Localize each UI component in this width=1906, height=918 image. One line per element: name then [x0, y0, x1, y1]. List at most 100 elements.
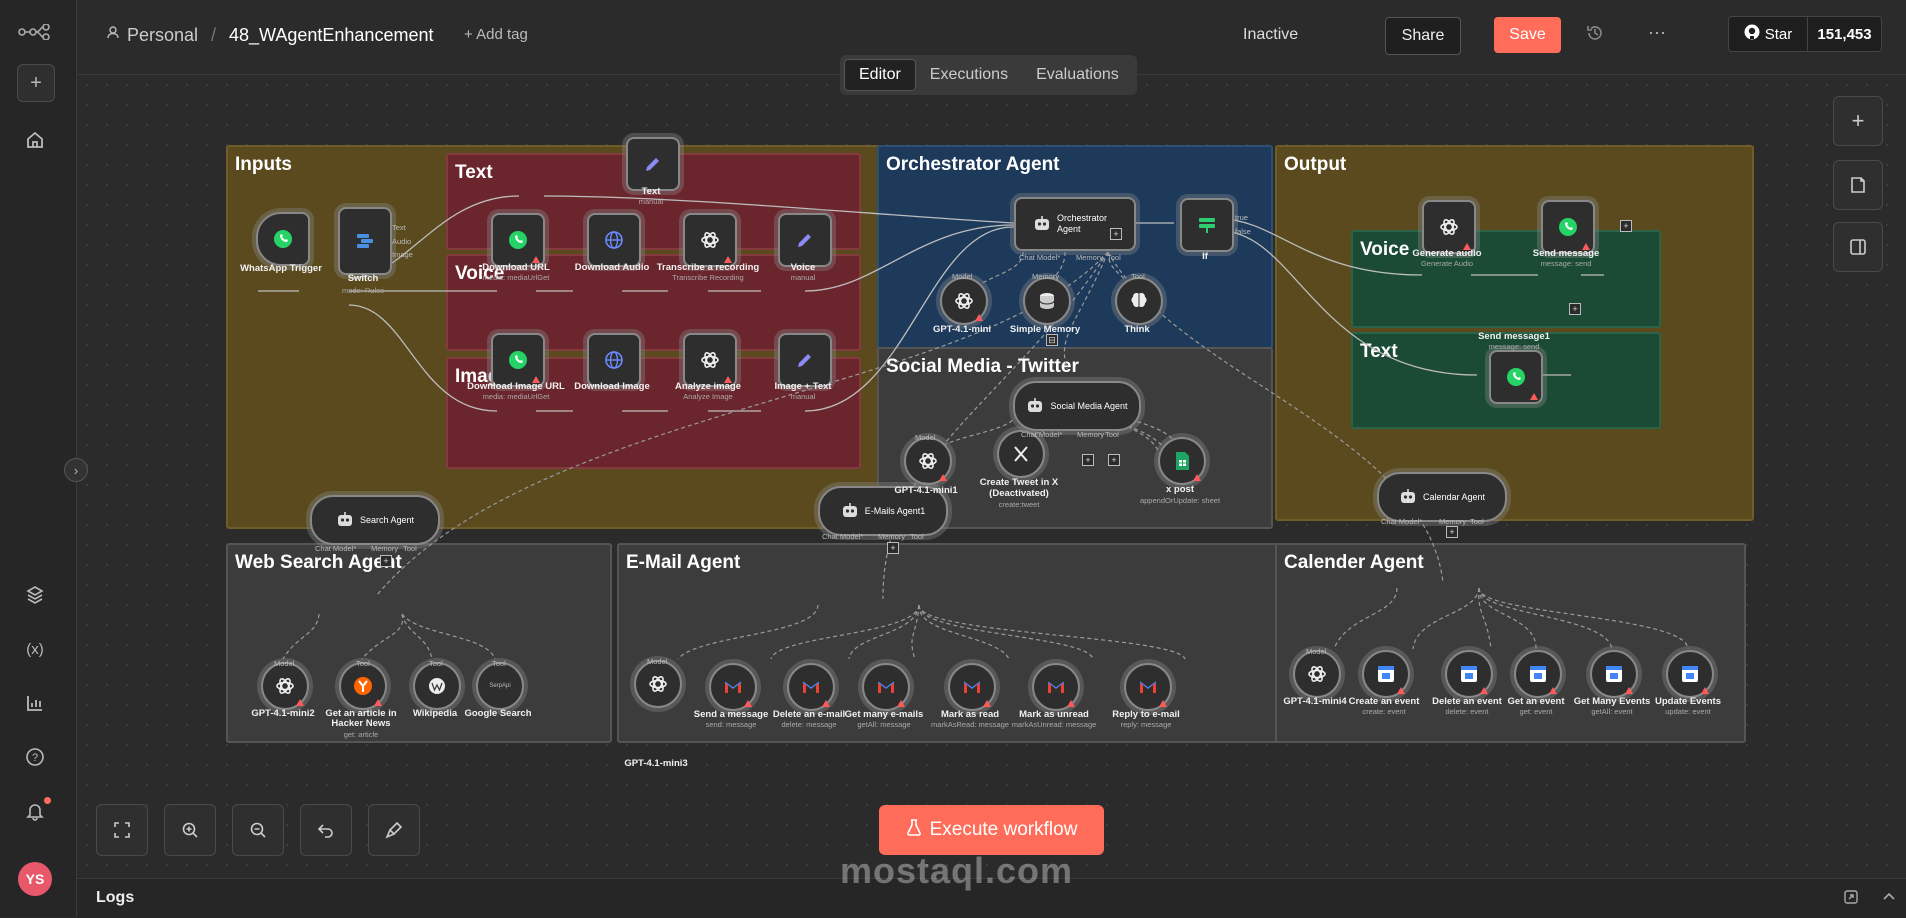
warning-icon: [1480, 687, 1488, 694]
node-label: If: [1202, 251, 1208, 262]
social-media-agent-node[interactable]: Social Media Agent: [1013, 381, 1141, 431]
add-node-button[interactable]: +: [1620, 220, 1632, 232]
openai-icon: [647, 673, 669, 695]
analyze-image-node[interactable]: [683, 333, 737, 387]
more-menu-button[interactable]: ···: [1648, 22, 1666, 43]
if-output-true: true: [1235, 213, 1248, 222]
orchestrator-agent-node[interactable]: Orchestrator Agent: [1014, 197, 1136, 251]
generate-audio-node[interactable]: [1422, 200, 1476, 254]
mark-read-node[interactable]: [948, 663, 996, 711]
add-memory-button[interactable]: +: [380, 555, 392, 567]
tab-executions[interactable]: Executions: [916, 60, 1022, 90]
side-panel-icon[interactable]: [1833, 222, 1883, 272]
port-memory: Memory: [371, 544, 399, 553]
get-event-node[interactable]: [1514, 650, 1562, 698]
node-subtitle: mode: Rules: [341, 286, 385, 295]
if-node[interactable]: [1180, 198, 1234, 252]
node-label: Send message: [1532, 248, 1600, 259]
add-button[interactable]: +: [17, 64, 55, 102]
mark-unread-node[interactable]: [1032, 663, 1080, 711]
port-memory: Memory: [878, 532, 906, 541]
workflow-canvas[interactable]: Inputs Text Voice Image Orchestrator Age…: [77, 75, 1906, 878]
think-node[interactable]: [1115, 277, 1163, 325]
collapse-marker[interactable]: ⊟: [1046, 334, 1058, 346]
chevron-up-icon[interactable]: [1881, 889, 1897, 910]
help-icon[interactable]: ?: [17, 739, 53, 775]
fit-view-icon[interactable]: [96, 804, 148, 856]
reply-email-node[interactable]: [1124, 663, 1172, 711]
image-text-node[interactable]: [778, 333, 832, 387]
node-label: GPT-4.1-mini1: [894, 485, 958, 496]
update-events-node[interactable]: [1666, 650, 1714, 698]
save-button[interactable]: Save: [1494, 17, 1561, 53]
zoom-out-icon[interactable]: [232, 804, 284, 856]
add-tag-button[interactable]: + Add tag: [464, 26, 528, 43]
zoom-in-icon[interactable]: [164, 804, 216, 856]
node-subtitle: markAsRead: message: [931, 720, 1009, 729]
variables-icon[interactable]: (x): [17, 631, 53, 667]
tab-editor[interactable]: Editor: [844, 59, 916, 91]
warning-icon: [897, 700, 905, 707]
x-post-node[interactable]: [1158, 437, 1206, 485]
gpt-4-1-mini4-node[interactable]: [1293, 650, 1341, 698]
workflow-name[interactable]: 48_WAgentEnhancement: [229, 25, 433, 46]
wikipedia-node[interactable]: [413, 662, 461, 710]
gpt-4-1-mini2-node[interactable]: [261, 662, 309, 710]
hacker-news-node[interactable]: [339, 662, 387, 710]
add-tool-button[interactable]: +: [1110, 228, 1122, 240]
download-image-node[interactable]: [587, 333, 641, 387]
templates-icon[interactable]: [17, 577, 53, 613]
gpt-4-1-mini3-node[interactable]: [634, 660, 682, 708]
download-image-url-node[interactable]: [491, 333, 545, 387]
delete-email-node[interactable]: [787, 663, 835, 711]
search-agent-node[interactable]: Search Agent: [310, 495, 440, 545]
calendar-agent-node[interactable]: Calendar Agent: [1377, 472, 1507, 522]
get-many-emails-node[interactable]: [862, 663, 910, 711]
download-audio-node[interactable]: [587, 213, 641, 267]
create-event-node[interactable]: [1362, 650, 1410, 698]
tidy-up-icon[interactable]: [368, 804, 420, 856]
github-star-button[interactable]: Star 151,453: [1728, 16, 1882, 52]
send-email-node[interactable]: [709, 663, 757, 711]
undo-icon[interactable]: [300, 804, 352, 856]
send-message-node[interactable]: [1541, 200, 1595, 254]
delete-event-node[interactable]: [1445, 650, 1493, 698]
whatsapp-trigger-node[interactable]: [256, 212, 310, 266]
share-button[interactable]: Share: [1385, 17, 1461, 55]
history-icon[interactable]: [1586, 24, 1604, 47]
gpt-4-1-mini1-node[interactable]: [904, 437, 952, 485]
warning-icon: [744, 700, 752, 707]
text-node[interactable]: [626, 137, 680, 191]
tab-evaluations[interactable]: Evaluations: [1022, 60, 1133, 90]
simple-memory-node[interactable]: [1023, 277, 1071, 325]
project-breadcrumb[interactable]: Personal: [127, 25, 198, 46]
left-sidebar: + (x) ? YS: [0, 0, 77, 917]
switch-node[interactable]: [338, 207, 392, 275]
send-message1-node[interactable]: [1489, 350, 1543, 404]
insights-icon[interactable]: [17, 685, 53, 721]
node-label: Download URL: [482, 262, 550, 273]
notification-dot: [44, 797, 51, 804]
add-memory-button[interactable]: +: [1082, 454, 1094, 466]
warning-icon: [1625, 687, 1633, 694]
add-tool-button[interactable]: +: [1108, 454, 1120, 466]
voice-node[interactable]: [778, 213, 832, 267]
google-search-node[interactable]: SerpApi: [476, 662, 524, 710]
add-node-button[interactable]: +: [1833, 96, 1883, 146]
node-label-line2: Hacker News: [331, 718, 391, 729]
home-icon[interactable]: [17, 122, 53, 158]
n8n-logo-icon[interactable]: [17, 14, 53, 50]
expand-sidebar-button[interactable]: ›: [64, 458, 88, 482]
popout-icon[interactable]: [1843, 889, 1859, 910]
transcribe-node[interactable]: [683, 213, 737, 267]
add-memory-button[interactable]: +: [1446, 526, 1458, 538]
whatsapp-icon: [507, 229, 529, 251]
execute-workflow-button[interactable]: Execute workflow: [879, 805, 1104, 855]
download-url-node[interactable]: [491, 213, 545, 267]
sticky-note-icon[interactable]: [1833, 160, 1883, 210]
get-many-events-node[interactable]: [1590, 650, 1638, 698]
avatar[interactable]: YS: [18, 862, 52, 896]
add-node-button[interactable]: +: [1569, 303, 1581, 315]
gpt-4-1-mini-node[interactable]: [940, 277, 988, 325]
add-memory-button[interactable]: +: [887, 542, 899, 554]
